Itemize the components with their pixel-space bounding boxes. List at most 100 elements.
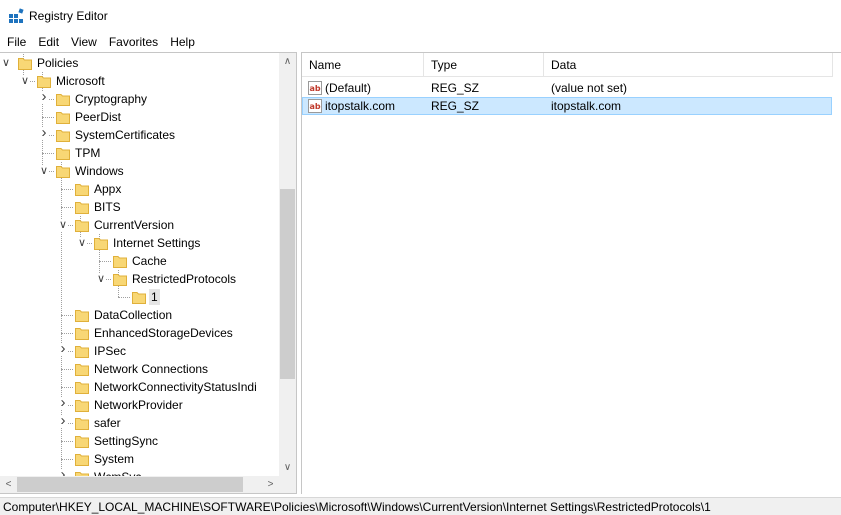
tree-item-label: CurrentVersion: [94, 218, 175, 232]
tree-item-label: IPSec: [94, 344, 127, 358]
tree-item-label: EnhancedStorageDevices: [94, 326, 233, 340]
tree-guide-line: [61, 441, 73, 442]
tree-guide-line: [118, 297, 130, 298]
registry-editor-icon: [9, 8, 24, 23]
folder-icon: [75, 218, 89, 232]
window-title: Registry Editor: [29, 9, 108, 23]
column-header-type[interactable]: Type: [424, 53, 544, 77]
tree-item[interactable]: › IPSec: [0, 341, 279, 360]
key-tree-panel[interactable]: ∨ Policies ∨ Microsoft › Cryptography PeerDist…: [0, 52, 297, 494]
tree-item[interactable]: DataCollection: [0, 306, 279, 324]
collapse-chevron-icon[interactable]: ∨: [1, 57, 11, 69]
tree-vertical-scroll-thumb[interactable]: [280, 189, 295, 379]
tree-item[interactable]: BITS: [0, 198, 279, 216]
scroll-up-arrow-icon[interactable]: ∧: [279, 53, 296, 70]
folder-icon: [94, 236, 108, 250]
tree-item-label: SettingSync: [94, 434, 159, 448]
tree-item[interactable]: TPM: [0, 144, 279, 162]
tree-item-label: WcmSvc: [92, 469, 143, 476]
scroll-right-arrow-icon[interactable]: >: [262, 476, 279, 493]
menu-help[interactable]: Help: [164, 33, 201, 51]
tree-vertical-scrollbar[interactable]: ∧ ∨: [279, 53, 296, 476]
menu-favorites[interactable]: Favorites: [103, 33, 164, 51]
expand-chevron-icon[interactable]: ›: [58, 413, 68, 428]
column-header-data[interactable]: Data: [544, 53, 833, 77]
collapse-chevron-icon[interactable]: ∨: [39, 165, 49, 177]
folder-icon: [56, 110, 70, 124]
column-header-name[interactable]: Name: [302, 53, 424, 77]
tree-item[interactable]: Appx: [0, 180, 279, 198]
value-row[interactable]: ab (Default) REG_SZ (value not set): [302, 79, 832, 97]
tree-item[interactable]: ∨ Internet Settings: [0, 234, 279, 252]
folder-icon: [18, 56, 32, 70]
tree-item-label: BITS: [94, 200, 121, 214]
expand-chevron-icon[interactable]: ›: [58, 395, 68, 410]
tree-item-label: Appx: [94, 182, 122, 196]
tree-guide-line: [42, 153, 54, 154]
tree-item[interactable]: › safer: [0, 413, 279, 432]
folder-icon: [56, 128, 70, 142]
expand-chevron-icon[interactable]: ›: [58, 341, 68, 356]
tree-item[interactable]: ∨ Policies: [0, 54, 279, 72]
tree-item[interactable]: Cache: [0, 252, 279, 270]
folder-icon: [75, 362, 89, 376]
expand-chevron-icon[interactable]: ›: [39, 89, 49, 104]
tree-item[interactable]: NetworkConnectivityStatusIndi: [0, 378, 279, 396]
collapse-chevron-icon[interactable]: ∨: [58, 219, 68, 231]
folder-icon: [75, 416, 89, 430]
tree-guide-line: [61, 387, 73, 388]
scrollbar-corner: [279, 476, 296, 493]
current-key-path: Computer\HKEY_LOCAL_MACHINE\SOFTWARE\Pol…: [3, 500, 711, 514]
tree-guide-line: [61, 459, 73, 460]
expand-chevron-icon[interactable]: ›: [39, 125, 49, 140]
tree-item-label: Policies: [37, 56, 79, 70]
scroll-down-arrow-icon[interactable]: ∨: [279, 459, 296, 476]
value-data: (value not set): [551, 81, 628, 95]
list-header: Name Type Data: [302, 53, 833, 77]
tree-item[interactable]: EnhancedStorageDevices: [0, 324, 279, 342]
value-name: (Default): [325, 81, 372, 95]
tree-item[interactable]: System: [0, 450, 279, 468]
tree-item-label: Cache: [132, 254, 167, 268]
menu-file[interactable]: File: [0, 33, 32, 51]
tree-item[interactable]: 1: [0, 288, 279, 306]
scroll-left-arrow-icon[interactable]: <: [0, 476, 17, 493]
tree-item-label: Cryptography: [75, 92, 148, 106]
folder-icon: [75, 182, 89, 196]
svg-text:ab: ab: [310, 84, 321, 93]
tree-item[interactable]: Network Connections: [0, 360, 279, 378]
folder-icon: [56, 164, 70, 178]
collapse-chevron-icon[interactable]: ∨: [20, 75, 30, 87]
tree-guide-line: [61, 189, 73, 190]
menu-edit[interactable]: Edit: [32, 33, 65, 51]
folder-icon: [75, 398, 89, 412]
value-name: itopstalk.com: [325, 99, 396, 113]
value-row-selected[interactable]: ab itopstalk.com REG_SZ itopstalk.com: [302, 97, 832, 115]
svg-text:ab: ab: [310, 102, 321, 111]
tree-item[interactable]: › NetworkProvider: [0, 395, 279, 414]
folder-icon: [37, 74, 51, 88]
tree-item[interactable]: ∨ CurrentVersion: [0, 216, 279, 234]
tree-item[interactable]: › WcmSvc: [0, 467, 279, 476]
expand-chevron-icon[interactable]: ›: [58, 467, 68, 476]
tree-item-label: Microsoft: [56, 74, 105, 88]
tree-item-label: RestrictedProtocols: [132, 272, 237, 286]
string-value-icon: ab: [308, 99, 322, 113]
tree-item[interactable]: › Cryptography: [0, 89, 279, 108]
values-list-panel[interactable]: Name Type Data ab (Default) REG_SZ (valu…: [301, 52, 841, 494]
collapse-chevron-icon[interactable]: ∨: [96, 273, 106, 285]
collapse-chevron-icon[interactable]: ∨: [77, 237, 87, 249]
folder-icon: [113, 272, 127, 286]
tree-horizontal-scrollbar[interactable]: < >: [0, 476, 279, 493]
string-value-icon: ab: [308, 81, 322, 95]
tree-item[interactable]: ∨ Windows: [0, 162, 279, 180]
tree-item[interactable]: ∨ RestrictedProtocols: [0, 270, 279, 288]
tree-item[interactable]: SettingSync: [0, 432, 279, 450]
tree-item-label: 1: [149, 289, 160, 305]
tree-item[interactable]: › SystemCertificates: [0, 125, 279, 144]
folder-icon: [113, 254, 127, 268]
menu-view[interactable]: View: [65, 33, 103, 51]
tree-item-label: System: [94, 452, 135, 466]
tree-guide-line: [61, 207, 73, 208]
tree-horizontal-scroll-thumb[interactable]: [17, 477, 243, 492]
